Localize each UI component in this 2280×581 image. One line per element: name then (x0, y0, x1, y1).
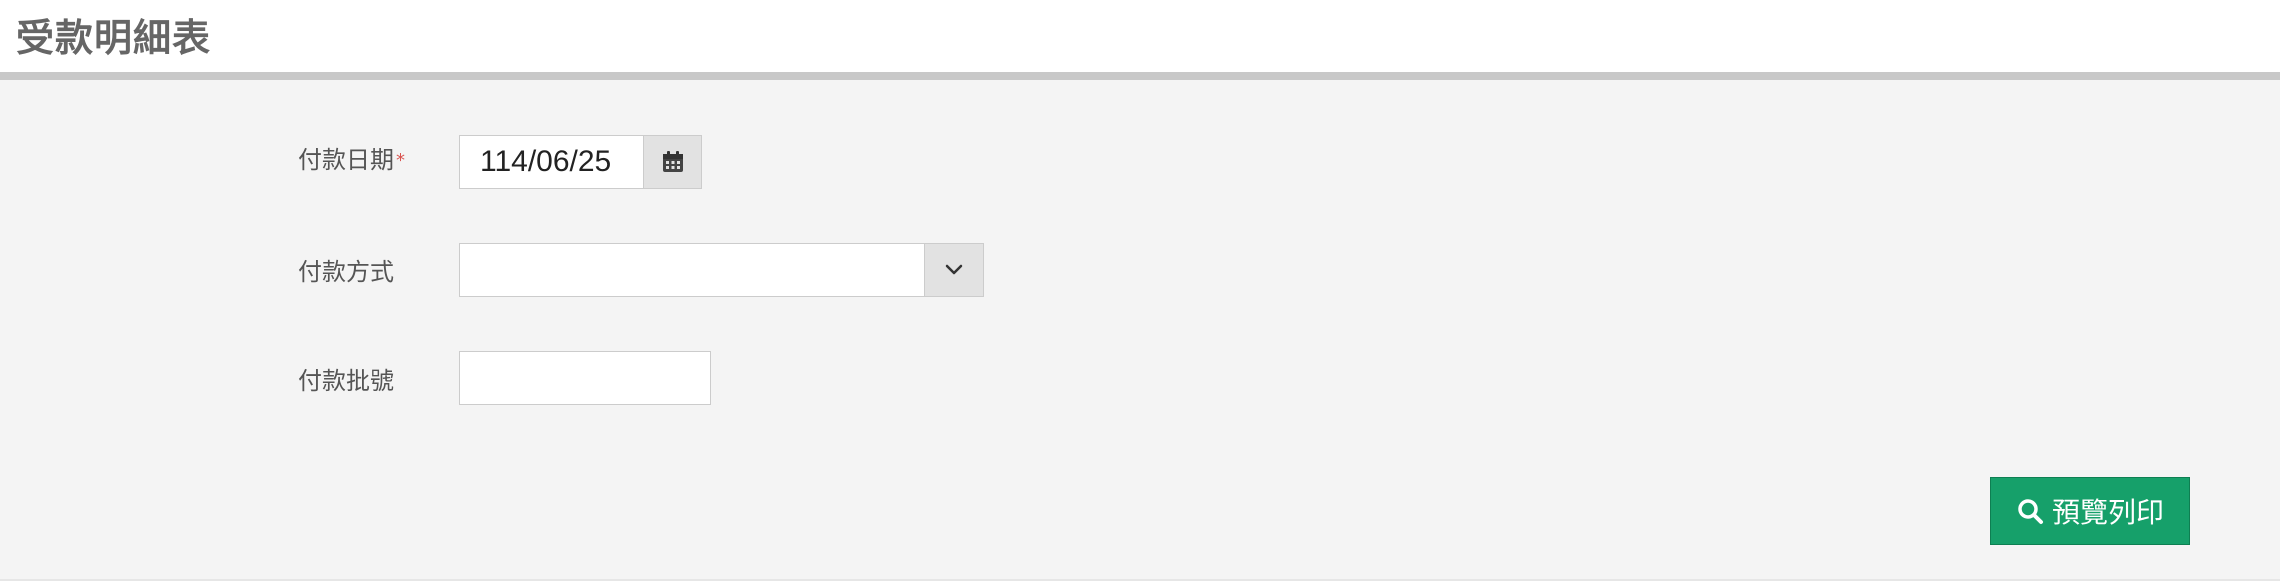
payment-method-label-text: 付款方式 (298, 258, 394, 286)
payment-method-select[interactable] (459, 243, 925, 297)
preview-print-button[interactable]: 預覽列印 (1990, 477, 2190, 545)
calendar-icon (662, 151, 683, 172)
payment-batch-input[interactable] (459, 351, 711, 405)
page-header: 受款明細表 (0, 0, 2280, 72)
header-divider (0, 72, 2280, 80)
payment-batch-label-text: 付款批號 (298, 367, 394, 395)
payment-method-dropdown-button[interactable] (924, 243, 984, 297)
required-asterisk: * (396, 150, 405, 171)
payment-date-label-text: 付款日期 (298, 146, 394, 174)
search-icon (2016, 497, 2044, 525)
preview-print-label: 預覽列印 (2051, 496, 2164, 529)
page-title: 受款明細表 (16, 16, 212, 60)
payment-batch-label: 付款批號 (298, 364, 394, 398)
payment-date-input[interactable] (459, 135, 644, 189)
payment-date-label: 付款日期 * (298, 143, 405, 178)
calendar-button[interactable] (643, 135, 702, 189)
chevron-down-icon (945, 264, 963, 275)
payment-method-label: 付款方式 (298, 255, 394, 289)
